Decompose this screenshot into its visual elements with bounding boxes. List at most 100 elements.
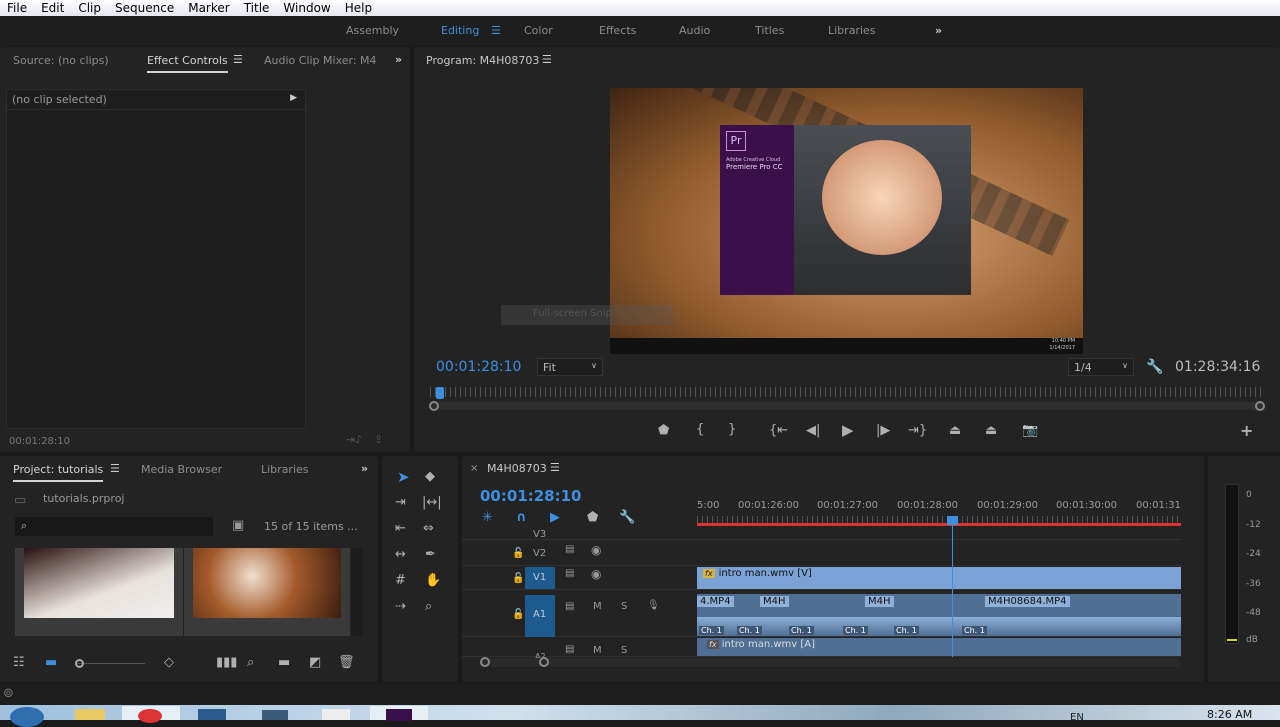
program-playhead[interactable] bbox=[436, 387, 444, 399]
trash-icon[interactable]: 🗑 bbox=[338, 656, 355, 669]
add-marker-icon[interactable]: ⬟ bbox=[587, 511, 598, 524]
menu-edit[interactable]: Edit bbox=[34, 0, 71, 16]
sequence-tab[interactable]: M4H08703 bbox=[487, 462, 547, 475]
chrome-taskbar-button[interactable] bbox=[122, 706, 180, 723]
eye-icon[interactable]: ◉ bbox=[591, 543, 601, 557]
folder-up-icon[interactable]: ▭ bbox=[14, 494, 26, 507]
slip-tool-icon[interactable]: ⇔ bbox=[423, 522, 434, 535]
lock-icon[interactable]: 🔓 bbox=[512, 548, 524, 559]
project-menu-icon[interactable]: ☰ bbox=[110, 462, 120, 475]
sort-icon[interactable]: ◇ bbox=[164, 656, 174, 669]
program-playhead-timecode[interactable]: 00:01:28:10 bbox=[436, 359, 521, 375]
scrollbar-handle-left[interactable] bbox=[429, 401, 439, 411]
notepad-taskbar-icon[interactable] bbox=[322, 709, 350, 720]
icon-view-icon[interactable]: ▬ bbox=[45, 656, 57, 669]
export-icon[interactable]: ⇪ bbox=[374, 434, 383, 445]
menu-marker[interactable]: Marker bbox=[181, 0, 236, 16]
add-button-icon[interactable]: + bbox=[1240, 423, 1253, 439]
audio-clip[interactable]: M4H bbox=[760, 596, 789, 607]
explorer-taskbar-icon[interactable] bbox=[75, 709, 105, 720]
program-video-preview[interactable]: Pr Adobe Creative Cloud Premiere Pro CC … bbox=[610, 88, 1083, 354]
premiere-taskbar-button[interactable] bbox=[370, 706, 428, 721]
audio-clip[interactable]: 4.MP4 bbox=[697, 596, 734, 607]
scrollbar-handle-right[interactable] bbox=[539, 657, 549, 667]
zoom-level-dropdown[interactable]: Fit ∨ bbox=[537, 358, 603, 376]
hand-tool-icon[interactable]: ✋ bbox=[425, 574, 441, 587]
razor-tool-icon[interactable]: # bbox=[395, 574, 406, 587]
timeline-ruler[interactable] bbox=[697, 516, 1181, 523]
rate-stretch-tool-icon[interactable]: ⇤ bbox=[395, 522, 406, 535]
mute-button[interactable]: M bbox=[593, 601, 602, 612]
menu-window[interactable]: Window bbox=[276, 0, 337, 16]
start-button[interactable] bbox=[10, 707, 44, 727]
project-search-input[interactable]: ⌕ bbox=[15, 517, 213, 536]
scrollbar-handle-left[interactable] bbox=[480, 657, 490, 667]
nest-icon[interactable]: ✳ bbox=[482, 511, 493, 524]
project-scrollbar[interactable] bbox=[351, 548, 363, 636]
extract-icon[interactable]: ⏏ bbox=[985, 424, 997, 437]
audio-clip[interactable]: M4H bbox=[865, 596, 894, 607]
panel-menu-icon[interactable]: ☰ bbox=[233, 53, 243, 66]
automate-sequence-icon[interactable]: ▮▮▮ bbox=[216, 656, 237, 669]
step-forward-icon[interactable]: |▶ bbox=[876, 424, 890, 437]
ripple-edit-tool-icon[interactable]: ⇥ bbox=[395, 496, 406, 509]
language-indicator[interactable]: EN bbox=[1070, 712, 1084, 723]
scrollbar-handle-right[interactable] bbox=[1255, 401, 1265, 411]
program-menu-icon[interactable]: ☰ bbox=[542, 53, 552, 66]
add-marker-icon[interactable]: ⬟ bbox=[658, 424, 669, 437]
lock-icon[interactable]: 🔓 bbox=[512, 609, 524, 620]
track-label-v3[interactable]: V3 bbox=[533, 529, 546, 540]
app-taskbar-icon[interactable] bbox=[262, 710, 288, 720]
tab-libraries[interactable]: Libraries bbox=[261, 463, 309, 476]
program-title[interactable]: Program: M4H08703 bbox=[426, 54, 539, 67]
new-item-icon[interactable]: ◩ bbox=[309, 656, 321, 669]
pen-tool-icon[interactable]: ✒ bbox=[425, 548, 436, 561]
tab-media-browser[interactable]: Media Browser bbox=[141, 463, 222, 476]
menu-sequence[interactable]: Sequence bbox=[108, 0, 181, 16]
solo-button[interactable]: S bbox=[621, 601, 627, 612]
timeline-playhead[interactable] bbox=[947, 516, 958, 657]
list-view-icon[interactable]: ☷ bbox=[13, 656, 25, 669]
new-bin-icon[interactable]: ▬ bbox=[278, 656, 290, 669]
workspace-assembly[interactable]: Assembly bbox=[346, 24, 399, 37]
media-thumbnail[interactable] bbox=[15, 548, 183, 636]
microphone-icon[interactable]: 🎙 bbox=[647, 600, 660, 611]
track-label-v1[interactable]: V1 bbox=[525, 567, 555, 589]
rolling-edit-tool-icon[interactable]: |↔| bbox=[422, 496, 442, 509]
workspace-menu-icon[interactable]: ☰ bbox=[491, 24, 501, 37]
find-bin-icon[interactable]: ▣ bbox=[232, 519, 244, 532]
video-clip[interactable]: fx intro man.wmv [V] bbox=[697, 567, 1181, 589]
workspace-libraries[interactable]: Libraries bbox=[828, 24, 876, 37]
timeline-timecode[interactable]: 00:01:28:10 bbox=[480, 487, 582, 505]
resolution-dropdown[interactable]: 1/4 ∨ bbox=[1068, 358, 1134, 376]
menu-clip[interactable]: Clip bbox=[71, 0, 108, 16]
eye-icon[interactable]: ◉ bbox=[591, 567, 601, 581]
timeline-zoom-scrollbar[interactable] bbox=[480, 657, 1180, 667]
tab-audio-clip-mixer[interactable]: Audio Clip Mixer: M4 bbox=[264, 54, 377, 67]
find-icon[interactable]: ⌕ bbox=[247, 656, 254, 669]
track-select-tool-icon[interactable]: ◆ bbox=[425, 470, 435, 483]
sequence-menu-icon[interactable]: ☰ bbox=[550, 461, 560, 474]
app-taskbar-icon[interactable] bbox=[198, 709, 226, 720]
export-frame-camera-icon[interactable]: 📷 bbox=[1022, 424, 1038, 437]
filter-audio-icon[interactable]: ⇥♪ bbox=[346, 434, 362, 445]
snap-magnet-icon[interactable]: ∩ bbox=[516, 511, 527, 524]
go-to-in-icon[interactable]: {⇤ bbox=[769, 424, 788, 437]
wrench-icon[interactable]: 🔧 bbox=[1146, 360, 1163, 374]
toggle-sync-icon[interactable]: ▤ bbox=[565, 601, 574, 612]
mute-button[interactable]: M bbox=[593, 645, 602, 656]
go-to-out-icon[interactable]: ⇥} bbox=[908, 424, 927, 437]
tab-source[interactable]: Source: (no clips) bbox=[13, 54, 109, 67]
tab-project[interactable]: Project: tutorials bbox=[13, 463, 104, 482]
mark-out-icon[interactable]: } bbox=[728, 423, 736, 436]
track-select-forward-icon[interactable]: ⇢ bbox=[395, 600, 406, 613]
mark-in-icon[interactable]: { bbox=[696, 423, 704, 436]
track-label-a1[interactable]: A1 bbox=[525, 595, 555, 637]
slide-tool-icon[interactable]: ↔ bbox=[395, 548, 406, 561]
menu-title[interactable]: Title bbox=[237, 0, 277, 16]
timeline-settings-wrench-icon[interactable]: 🔧 bbox=[619, 511, 635, 524]
program-zoom-scrollbar[interactable] bbox=[429, 401, 1265, 411]
workspace-effects[interactable]: Effects bbox=[599, 24, 636, 37]
panel-overflow-button[interactable]: » bbox=[395, 53, 402, 66]
taskbar-clock[interactable]: 8:26 AM bbox=[1207, 708, 1252, 721]
